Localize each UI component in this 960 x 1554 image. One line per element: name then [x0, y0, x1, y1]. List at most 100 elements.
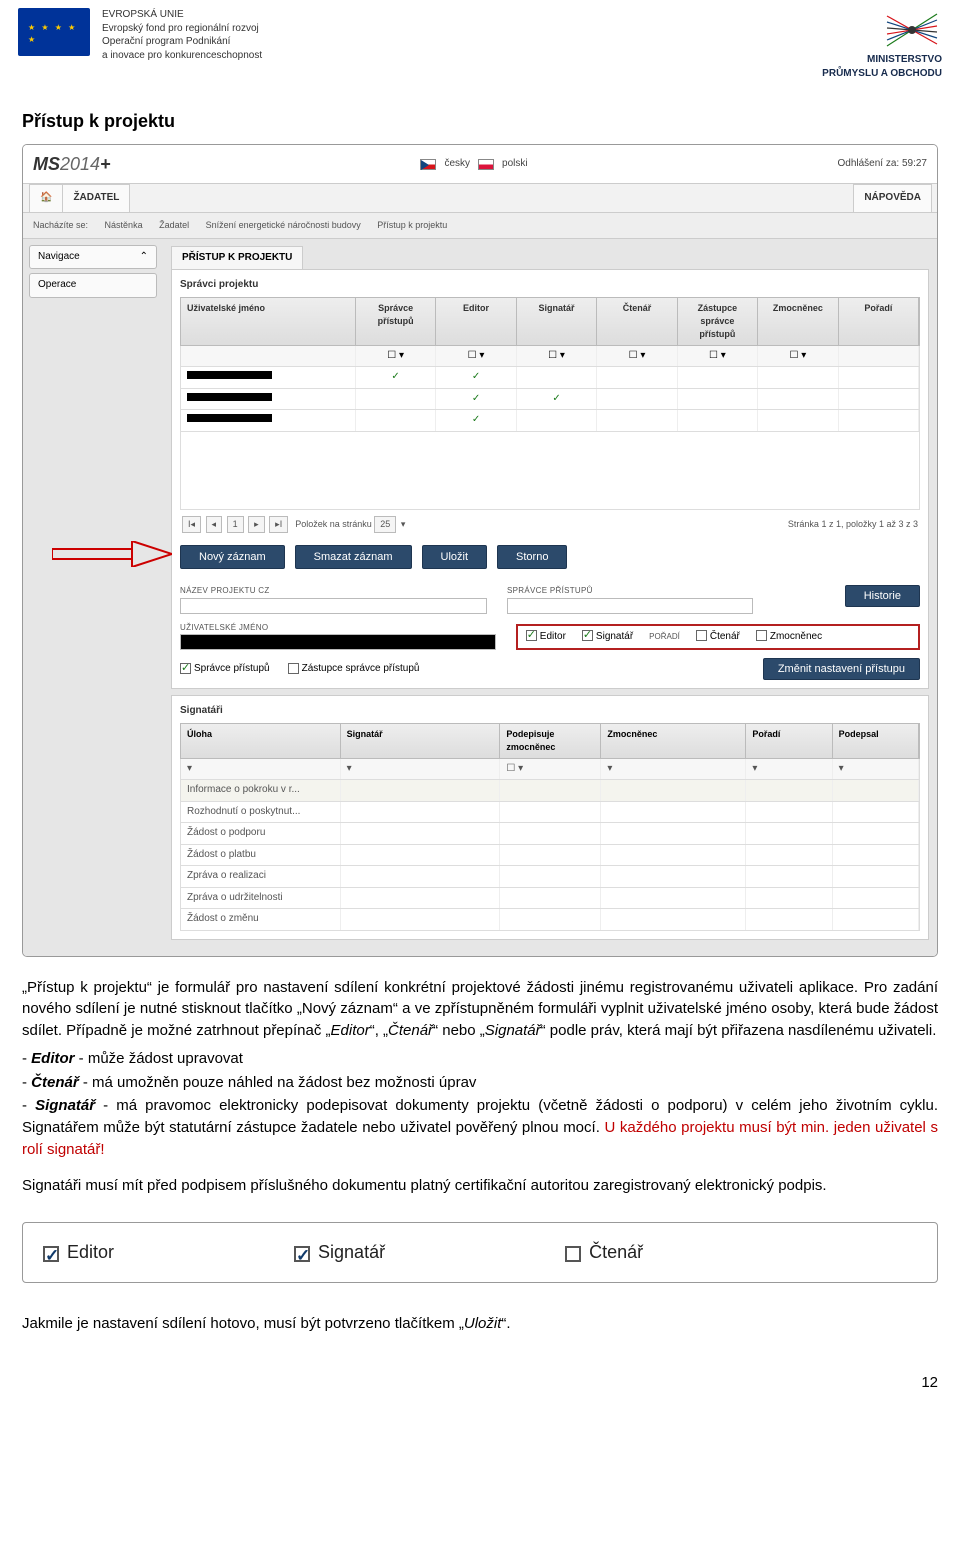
list-item[interactable]: Zpráva o udržitelnosti [180, 888, 920, 910]
list-item[interactable]: Rozhodnutí o poskytnut... [180, 802, 920, 824]
list-line: - Signatář - má pravomoc elektronicky po… [22, 1095, 938, 1160]
pager-first-icon[interactable]: I◂ [182, 516, 201, 533]
scol-signatar[interactable]: Signatář [341, 724, 501, 758]
save-button[interactable]: Uložit [422, 545, 488, 569]
breadcrumb-item[interactable]: Žadatel [159, 220, 189, 230]
text: “ nebo „ [433, 1022, 485, 1039]
lang-pl-label[interactable]: polski [502, 157, 528, 172]
panel-tab: PŘÍSTUP K PROJEKTU [171, 246, 303, 270]
tabbar: ŽADATEL NÁPOVĚDA [23, 184, 937, 213]
pager-buttons[interactable]: I◂ ◂ 1 ▸ ▸I Položek na stránku 25 ▾ [182, 516, 405, 533]
new-record-button[interactable]: Nový záznam [180, 545, 285, 569]
breadcrumb-item[interactable]: Snížení energetické náročnosti budovy [206, 220, 361, 230]
pager: I◂ ◂ 1 ▸ ▸I Položek na stránku 25 ▾ Strá… [180, 510, 920, 539]
chevron-up-icon: ⌃ [140, 250, 148, 265]
text: - [22, 1097, 35, 1114]
col-zmocnenec[interactable]: Zmocněnec [758, 298, 838, 345]
role-ctenar-label: Čtenář [710, 631, 740, 642]
list-item[interactable]: Informace o pokroku v r... [180, 780, 920, 802]
app-body: Navigace ⌃ Operace PŘÍSTUP K PROJEKTU Sp… [23, 239, 937, 956]
pager-prefix: Položek na stránku [295, 519, 372, 529]
pager-prev-icon[interactable]: ◂ [206, 516, 223, 533]
pager-page[interactable]: 1 [227, 516, 244, 533]
srow-label: Zpráva o udržitelnosti [181, 888, 341, 909]
col-signatar[interactable]: Signatář [517, 298, 597, 345]
lang-switch[interactable]: česky polski [420, 157, 527, 172]
scol-uloha[interactable]: Úloha [181, 724, 341, 758]
main-panel: PŘÍSTUP K PROJEKTU Správci projektu Uživ… [163, 239, 937, 956]
lang-cz-label[interactable]: česky [444, 157, 470, 172]
breadcrumb-item[interactable]: Přístup k projektu [377, 220, 447, 230]
input-nazev[interactable] [180, 598, 487, 614]
col-ctenar[interactable]: Čtenář [597, 298, 677, 345]
text: Signatář [318, 1242, 385, 1262]
checkbox-editor[interactable] [526, 630, 537, 641]
scol-podepsal[interactable]: Podepsal [833, 724, 919, 758]
checkbox-zmocnenec[interactable] [756, 630, 767, 641]
app-screenshot: MS2014+ česky polski Odhlášení za: 59:27… [22, 144, 938, 957]
input-uzivatel[interactable] [180, 634, 496, 650]
scol-zmocnenec[interactable]: Zmocněnec [601, 724, 746, 758]
tab-zadatel[interactable]: ŽADATEL [62, 184, 130, 212]
checkbox-icon [294, 1246, 310, 1262]
cancel-button[interactable]: Storno [497, 545, 567, 569]
checkbox-spravce[interactable] [180, 663, 191, 674]
list-item[interactable]: Žádost o podporu [180, 823, 920, 845]
delete-record-button[interactable]: Smazat záznam [295, 545, 412, 569]
sidebar-label: Navigace [38, 250, 80, 265]
list-item[interactable]: Žádost o platbu [180, 845, 920, 867]
checkbox-ctenar[interactable] [696, 630, 707, 641]
label-nazev: NÁZEV PROJEKTU CZ [180, 585, 487, 597]
col-editor[interactable]: Editor [436, 298, 516, 345]
eu-line: a inovace pro konkurenceschopnost [102, 49, 262, 63]
checkbox-icon [43, 1246, 59, 1262]
col-spravce[interactable]: Správce přístupů [356, 298, 436, 345]
table-row[interactable]: ✓✓ [180, 389, 920, 411]
table-empty-space [180, 432, 920, 510]
table-row[interactable]: ✓✓ [180, 367, 920, 389]
scol-podepisuje[interactable]: Podepisuje zmocněnec [500, 724, 601, 758]
col-user[interactable]: Uživatelské jméno [181, 298, 356, 345]
col-poradi[interactable]: Pořadí [839, 298, 919, 345]
history-button[interactable]: Historie [845, 585, 920, 607]
col-zastupce[interactable]: Zástupce správce přístupů [678, 298, 758, 345]
change-access-button[interactable]: Změnit nastavení přístupu [763, 658, 920, 680]
checkbox-signatar[interactable] [582, 630, 593, 641]
ministry-block: MINISTERSTVO PRŮMYSLU A OBCHODU [822, 8, 942, 80]
pager-info: Stránka 1 z 1, položky 1 až 3 z 3 [788, 518, 918, 531]
text: Editor [331, 1022, 370, 1039]
table-row[interactable]: ✓ [180, 410, 920, 432]
scol-poradi[interactable]: Pořadí [746, 724, 832, 758]
text: “. [501, 1315, 510, 1332]
list-item[interactable]: Zpráva o realizaci [180, 866, 920, 888]
eu-line: Operační program Podnikání [102, 35, 262, 49]
roles-row-highlighted: Editor Signatář POŘADÍ Čtenář Zmocněnec [516, 624, 920, 651]
eu-block: EVROPSKÁ UNIE Evropský fond pro regionál… [18, 8, 262, 62]
flag-cz-icon[interactable] [420, 159, 436, 170]
tab-napoveda[interactable]: NÁPOVĚDA [853, 184, 932, 212]
signatari-filter: ▾▾☐ ▾▾▾▾ [180, 759, 920, 781]
paragraph: Jakmile je nastavení sdílení hotovo, mus… [22, 1313, 938, 1335]
sidebar-item-operace[interactable]: Operace [29, 273, 157, 298]
list-item[interactable]: Žádost o změnu [180, 909, 920, 931]
input-spravce[interactable] [507, 598, 753, 614]
roles-snippet: Editor Signatář Čtenář [22, 1222, 938, 1282]
app-logo: MS2014+ [33, 151, 111, 177]
flag-pl-icon[interactable] [478, 159, 494, 170]
breadcrumb: Nacházíte se: Nástěnka Žadatel Snížení e… [23, 213, 937, 239]
text: - může žádost upravovat [75, 1050, 243, 1067]
sidebar-label: Operace [38, 278, 76, 293]
pager-size[interactable]: 25 [374, 516, 396, 533]
pager-next-icon[interactable]: ▸ [248, 516, 265, 533]
breadcrumb-item[interactable]: Nástěnka [105, 220, 143, 230]
panel-signatari: Signatáři Úloha Signatář Podepisuje zmoc… [171, 695, 929, 940]
tab-home[interactable] [29, 184, 63, 212]
ministry-line: MINISTERSTVO [822, 54, 942, 66]
pager-last-icon[interactable]: ▸I [269, 516, 288, 533]
action-buttons: Nový záznam Smazat záznam Uložit Storno [180, 539, 920, 575]
users-grid-filter: ☐ ▾☐ ▾☐ ▾☐ ▾☐ ▾☐ ▾ [180, 346, 920, 368]
text: Čtenář [589, 1242, 643, 1262]
sidebar-item-navigace[interactable]: Navigace ⌃ [29, 245, 157, 270]
appbar: MS2014+ česky polski Odhlášení za: 59:27 [23, 145, 937, 184]
checkbox-zastupce[interactable] [288, 663, 299, 674]
